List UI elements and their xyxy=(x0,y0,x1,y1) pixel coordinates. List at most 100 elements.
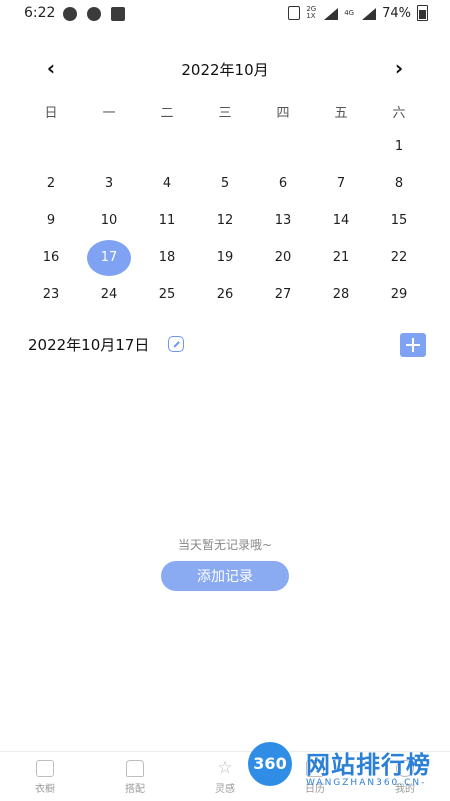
calendar-week-row: 9 10 11 12 13 14 15 xyxy=(22,202,428,239)
empty-day-cell xyxy=(138,128,196,165)
weekday-label: 二 xyxy=(160,106,174,121)
add-button[interactable] xyxy=(400,333,426,357)
calendar-day[interactable]: 8 xyxy=(370,165,428,202)
star-icon: ☆ xyxy=(217,758,233,778)
empty-state-message: 当天暂无记录哦~ xyxy=(177,538,273,552)
tab-outfit[interactable]: 搭配 xyxy=(105,760,165,795)
next-month-button[interactable]: › xyxy=(387,56,411,80)
tab-wardrobe[interactable]: 衣橱 xyxy=(15,760,75,795)
day-number: 20 xyxy=(274,250,292,265)
weekday-label: 五 xyxy=(334,106,348,121)
day-number: 28 xyxy=(332,287,350,302)
calendar-day[interactable]: 23 xyxy=(22,276,80,313)
day-number: 26 xyxy=(216,287,234,302)
calendar-header: ‹ 2022年10月 › xyxy=(0,50,450,86)
status-bar: 6:22 2G 1X 4G 74% xyxy=(0,0,450,28)
empty-day-cell xyxy=(254,128,312,165)
tab-label: 灵感 xyxy=(215,784,235,795)
calendar-day[interactable]: 21 xyxy=(312,239,370,276)
tab-label: 搭配 xyxy=(125,784,145,795)
shirt-icon xyxy=(126,760,144,777)
weekday-header: 日 一 二 三 四 五 六 xyxy=(22,102,428,121)
day-number: 24 xyxy=(100,287,118,302)
add-record-button[interactable]: 添加记录 xyxy=(161,561,289,591)
calendar-day[interactable]: 16 xyxy=(22,239,80,276)
calendar-day[interactable]: 19 xyxy=(196,239,254,276)
day-number: 11 xyxy=(158,213,176,228)
battery-percent: 74% xyxy=(382,5,411,21)
calendar-day[interactable]: 22 xyxy=(370,239,428,276)
wardrobe-icon xyxy=(36,760,54,777)
calendar-week-row: 23 24 25 26 27 28 29 xyxy=(22,276,428,313)
calendar-day[interactable]: 24 xyxy=(80,276,138,313)
day-number: 1 xyxy=(394,139,404,154)
calendar-day[interactable]: 26 xyxy=(196,276,254,313)
weekday-label: 四 xyxy=(276,106,290,121)
day-number: 16 xyxy=(42,250,60,265)
day-number: 23 xyxy=(42,287,60,302)
calendar-day[interactable]: 25 xyxy=(138,276,196,313)
calendar-day[interactable]: 2 xyxy=(22,165,80,202)
weekday-label: 三 xyxy=(218,106,232,121)
calendar-day[interactable]: 3 xyxy=(80,165,138,202)
empty-day-cell xyxy=(80,128,138,165)
calendar-day[interactable]: 1 xyxy=(370,128,428,165)
calendar-day[interactable]: 17 xyxy=(80,239,138,276)
calendar-day[interactable]: 27 xyxy=(254,276,312,313)
day-number: 17 xyxy=(100,250,118,265)
calendar-day[interactable]: 6 xyxy=(254,165,312,202)
vibrate-icon xyxy=(288,6,301,20)
tab-label: 衣橱 xyxy=(35,784,55,795)
weekday-label: 一 xyxy=(102,106,116,121)
calendar-day[interactable]: 11 xyxy=(138,202,196,239)
battery-icon xyxy=(417,5,428,21)
day-number: 13 xyxy=(274,213,292,228)
selected-date-label: 2022年10月17日 xyxy=(28,336,150,354)
watermark-subtitle: WANGZHAN360.CN- xyxy=(306,778,427,788)
calendar-week-row: 16 17 18 19 20 21 22 xyxy=(22,239,428,276)
weekday-label: 日 xyxy=(44,106,58,121)
calendar-day[interactable]: 5 xyxy=(196,165,254,202)
calendar-day[interactable]: 12 xyxy=(196,202,254,239)
weekday-label: 六 xyxy=(392,106,406,121)
calendar-day[interactable]: 20 xyxy=(254,239,312,276)
day-number: 9 xyxy=(46,213,56,228)
day-number: 29 xyxy=(390,287,408,302)
day-number: 14 xyxy=(332,213,350,228)
calendar-day[interactable]: 15 xyxy=(370,202,428,239)
day-number: 12 xyxy=(216,213,234,228)
tab-inspiration[interactable]: ☆ 灵感 xyxy=(195,758,255,796)
calendar-day[interactable]: 29 xyxy=(370,276,428,313)
calendar-day[interactable]: 7 xyxy=(312,165,370,202)
chevron-right-icon: › xyxy=(394,56,404,80)
day-number: 10 xyxy=(100,213,118,228)
calendar-day[interactable]: 10 xyxy=(80,202,138,239)
image-notification-icon xyxy=(111,7,125,21)
notification-icons xyxy=(63,7,125,21)
calendar-grid: 1 2 3 4 5 6 7 8 9 10 11 12 13 14 15 16 17 18 19 20 21 22 23 24 2… xyxy=(22,128,428,313)
calendar-day[interactable]: 14 xyxy=(312,202,370,239)
edit-date-icon[interactable] xyxy=(168,336,184,352)
watermark-title: 网站排行榜 xyxy=(306,751,431,779)
empty-day-cell xyxy=(196,128,254,165)
day-number: 6 xyxy=(278,176,288,191)
network-4g-label: 4G xyxy=(344,8,355,17)
calendar-day[interactable]: 13 xyxy=(254,202,312,239)
empty-day-cell xyxy=(22,128,80,165)
day-number: 7 xyxy=(336,176,346,191)
calendar-week-row: 2 3 4 5 6 7 8 xyxy=(22,165,428,202)
shield-notification-icon xyxy=(87,7,101,21)
calendar-week-row: 1 xyxy=(22,128,428,165)
month-title: 2022年10月 xyxy=(181,61,269,79)
day-number: 15 xyxy=(390,213,408,228)
calendar-day[interactable]: 4 xyxy=(138,165,196,202)
signal-icon-2 xyxy=(360,6,377,20)
day-number: 4 xyxy=(162,176,172,191)
calendar-day[interactable]: 9 xyxy=(22,202,80,239)
calendar-day[interactable]: 28 xyxy=(312,276,370,313)
day-number: 22 xyxy=(390,250,408,265)
day-number: 19 xyxy=(216,250,234,265)
calendar-day[interactable]: 18 xyxy=(138,239,196,276)
network-1x-label: 1X xyxy=(306,12,316,20)
day-number: 25 xyxy=(158,287,176,302)
